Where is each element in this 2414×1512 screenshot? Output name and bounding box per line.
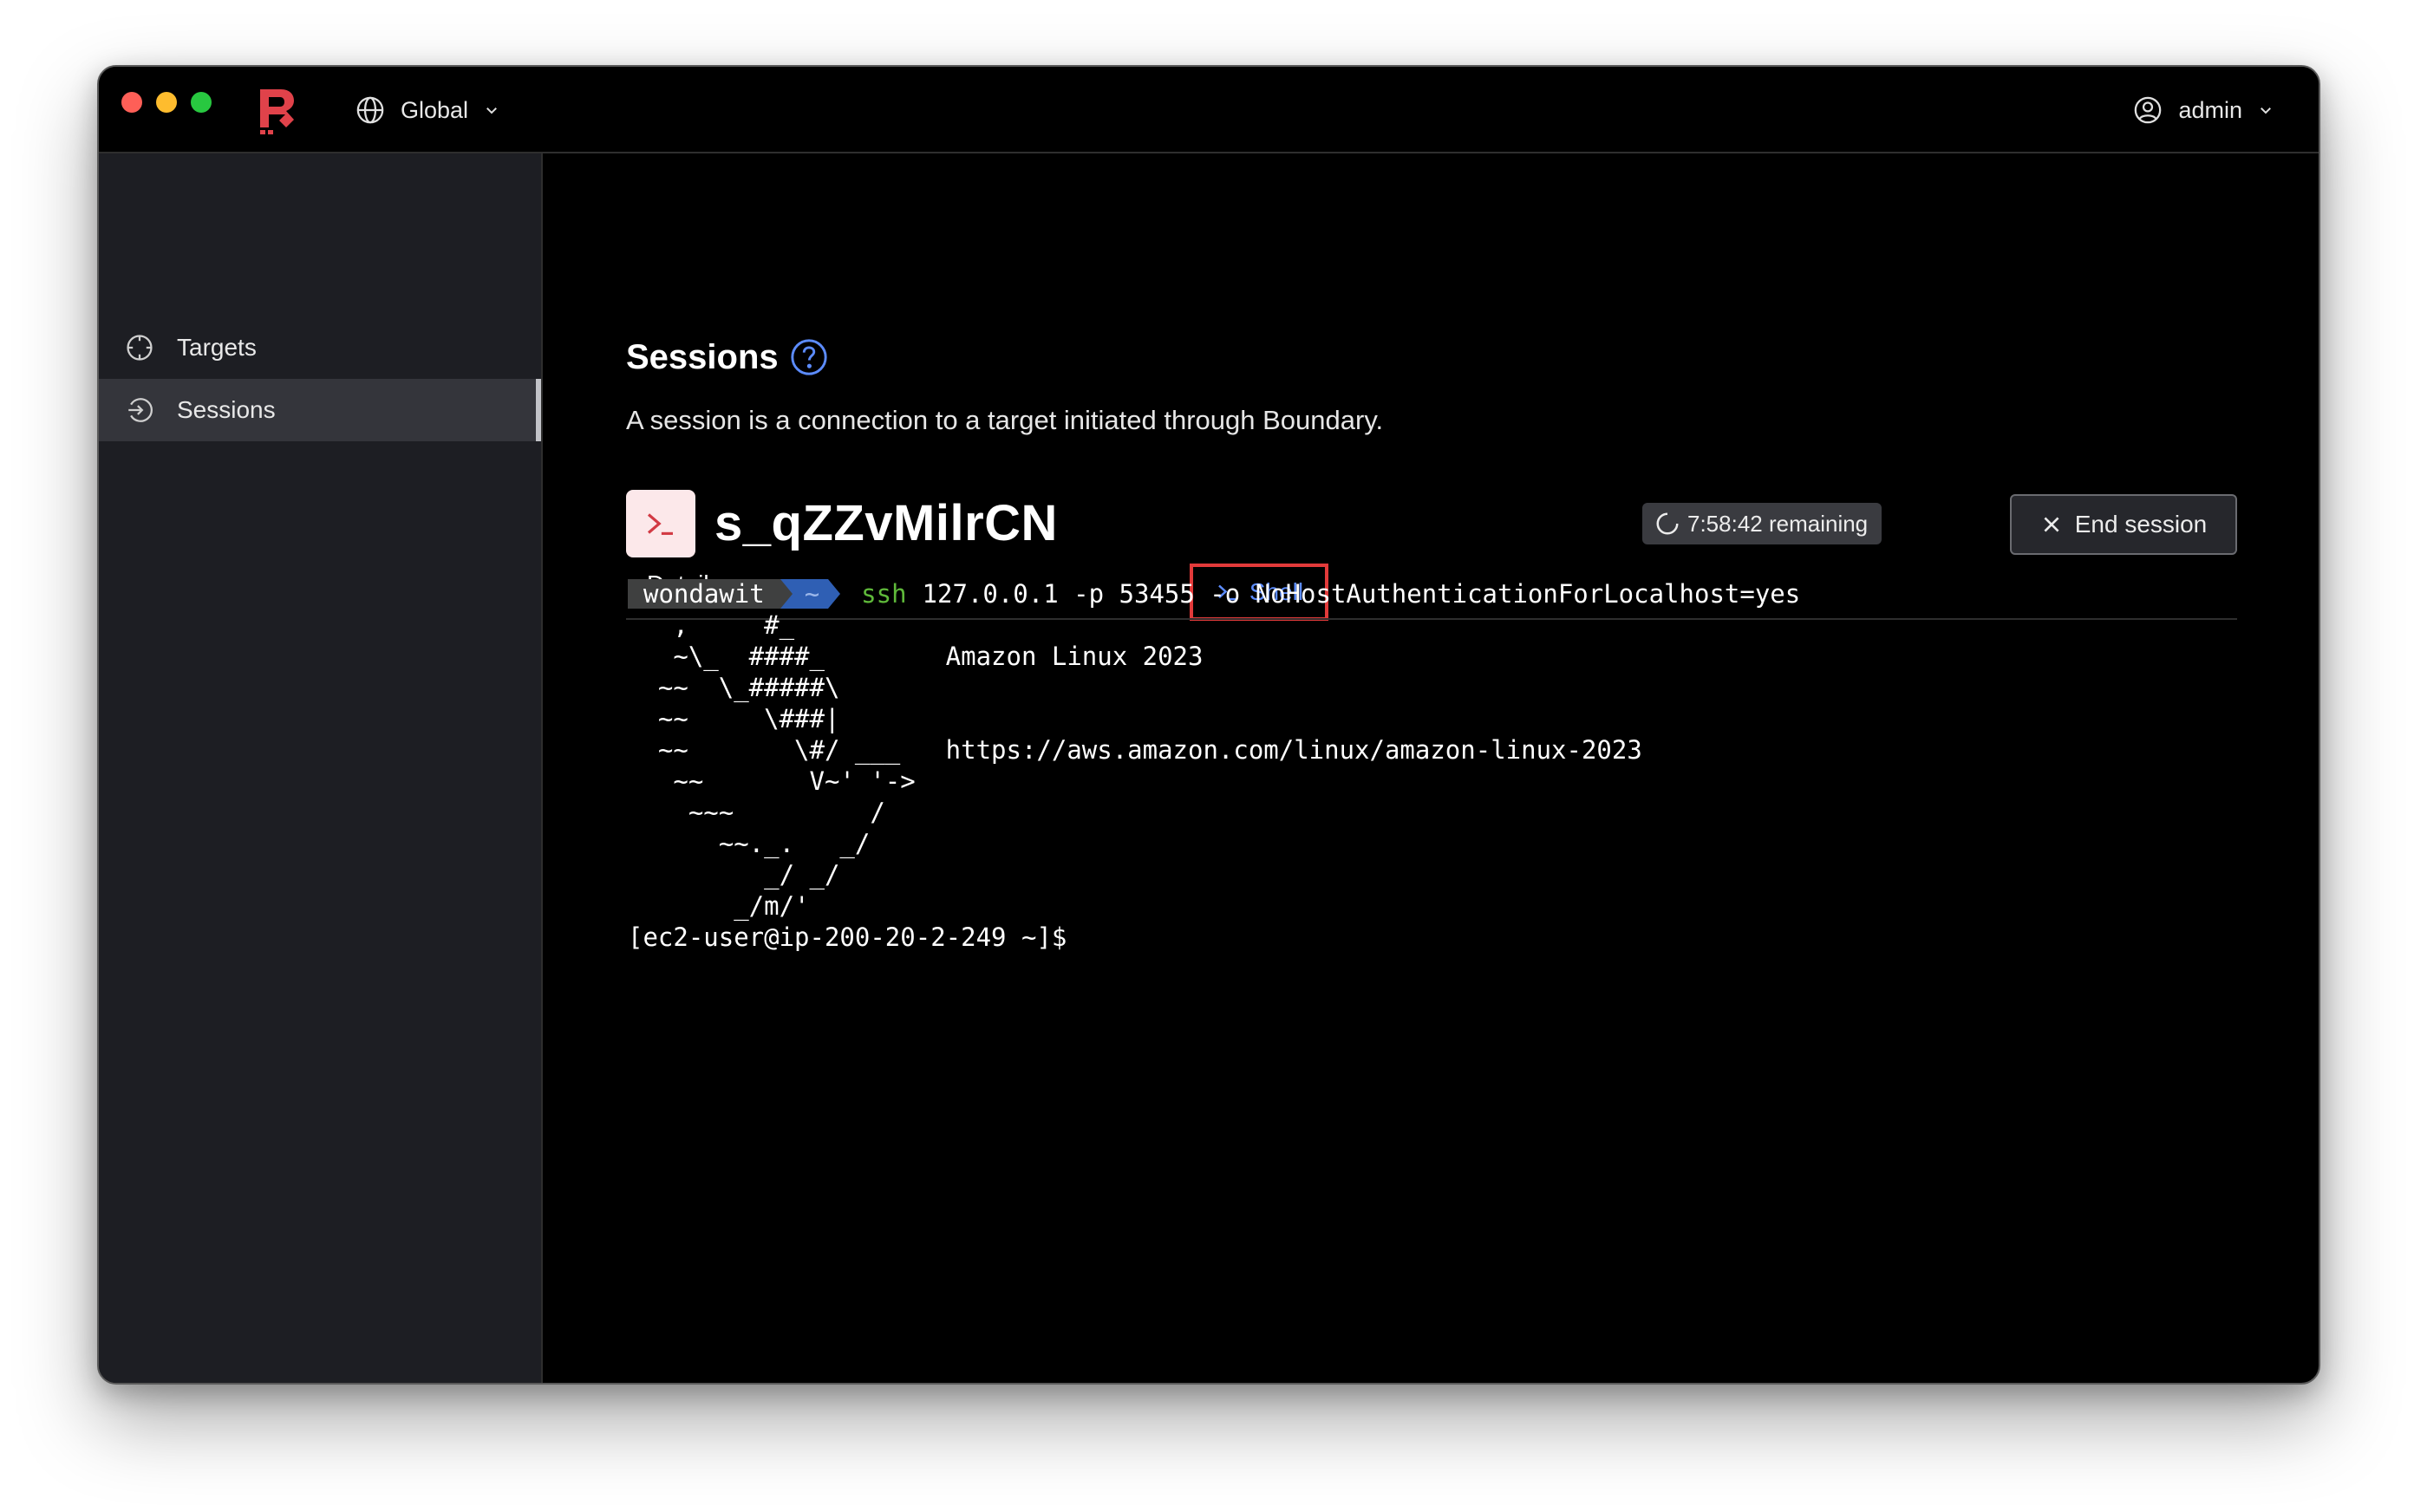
command-args: 127.0.0.1 -p 53455 -o NoHostAuthenticati…	[922, 579, 1801, 609]
prompt-dir: ~	[792, 579, 829, 609]
terminal-line: ~~ V~' '->	[628, 766, 916, 796]
globe-icon	[356, 96, 384, 124]
close-icon	[2044, 517, 2059, 532]
page-title-text: Sessions	[626, 337, 779, 376]
terminal-prompt: wondawit ~ ssh 127.0.0.1 -p 53455 -o NoH…	[628, 578, 1800, 609]
scope-picker[interactable]: Global	[356, 93, 499, 127]
help-icon[interactable]	[789, 337, 829, 377]
end-session-button[interactable]: End session	[2010, 494, 2237, 555]
sidebar-item-targets[interactable]: Targets	[99, 316, 541, 379]
page-description: A session is a connection to a target in…	[626, 405, 1384, 435]
terminal-line: ~~._. _/	[628, 829, 871, 858]
window-controls	[121, 92, 212, 113]
sidebar-item-label: Targets	[177, 334, 257, 361]
prompt-separator	[828, 579, 841, 609]
session-id: s_qZZvMilrCN	[714, 495, 1058, 551]
sidebar: Targets Sessions	[99, 153, 543, 1383]
terminal-line: ~~ \###|	[628, 704, 840, 733]
terminal-line: ~~ \#/ ___ https://aws.amazon.com/linux/…	[628, 735, 1642, 765]
sign-in-icon	[128, 398, 153, 422]
maximize-window-button[interactable]	[191, 92, 212, 113]
terminal-icon	[626, 490, 695, 557]
sidebar-item-sessions[interactable]: Sessions	[99, 379, 541, 441]
minimize-window-button[interactable]	[156, 92, 177, 113]
terminal-line: [ec2-user@ip-200-20-2-249 ~]$	[628, 922, 1067, 952]
terminal-line: ~~ \_#####\	[628, 673, 840, 702]
user-circle-icon	[2135, 96, 2162, 124]
user-label: admin	[2178, 96, 2242, 123]
prompt-user: wondawit	[628, 579, 780, 609]
chevron-down-icon	[2261, 108, 2271, 114]
page-title: Sessions	[626, 337, 829, 377]
terminal-line: ~~~ /	[628, 798, 885, 827]
user-menu[interactable]: admin	[2133, 93, 2274, 127]
prompt-separator	[780, 579, 793, 609]
terminal-line: _/m/'	[628, 891, 810, 921]
scope-label: Global	[401, 96, 469, 123]
remaining-time-text: 7:58:42 remaining	[1687, 510, 1869, 537]
crosshair-icon	[127, 335, 153, 361]
close-window-button[interactable]	[121, 92, 142, 113]
chevron-down-icon	[486, 108, 497, 114]
command-name: ssh	[861, 579, 907, 609]
terminal-line: ~\_ ####_ Amazon Linux 2023	[628, 642, 1204, 671]
end-session-label: End session	[2074, 511, 2208, 538]
app-window: Global admin Targets Sessions Sessions A…	[97, 65, 2320, 1385]
remaining-time-badge: 7:58:42 remaining	[1642, 503, 1882, 544]
top-bar: Global admin	[99, 67, 2319, 153]
terminal-output[interactable]: wondawit ~ ssh 127.0.0.1 -p 53455 -o NoH…	[628, 578, 1800, 953]
terminal-line: _/ _/	[628, 860, 840, 890]
loading-icon	[1656, 512, 1679, 535]
sidebar-item-label: Sessions	[177, 396, 276, 423]
boundary-logo[interactable]	[255, 86, 298, 136]
terminal-line: , #_	[628, 610, 795, 640]
